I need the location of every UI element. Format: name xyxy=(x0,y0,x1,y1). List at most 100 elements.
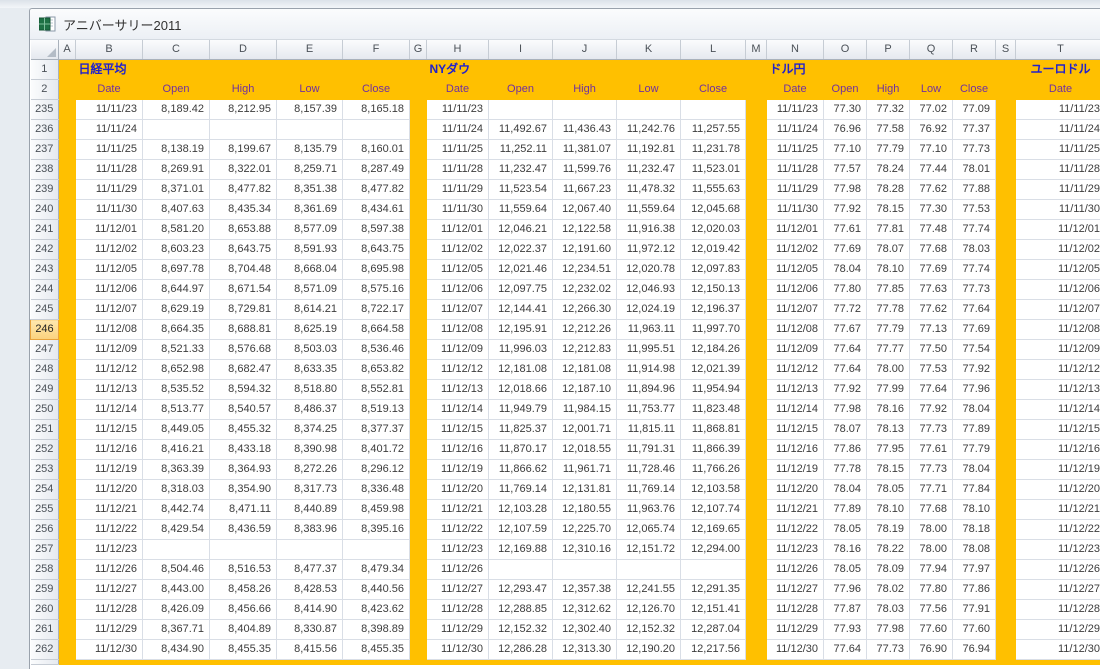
cell-usdjpy-r250-c1[interactable]: 77.98 xyxy=(824,400,867,420)
separator-cell[interactable] xyxy=(746,580,767,600)
column-header-O[interactable]: O xyxy=(824,40,867,60)
separator-cell[interactable] xyxy=(746,320,767,340)
cell-eurusd-r259-c0[interactable]: 11/12/27 xyxy=(1016,580,1100,600)
separator-cell[interactable] xyxy=(410,520,427,540)
column-header-P[interactable]: P xyxy=(867,40,910,60)
cell-dow-r253-c0[interactable]: 11/12/19 xyxy=(427,460,489,480)
cell-nikkei-r258-c3[interactable]: 8,477.37 xyxy=(277,560,343,580)
cell-usdjpy-r240-c0[interactable]: 11/11/30 xyxy=(767,200,824,220)
separator-cell[interactable] xyxy=(996,620,1016,640)
cell-nikkei-r257-c4[interactable] xyxy=(343,540,410,560)
cell-nikkei-r260-c2[interactable]: 8,456.66 xyxy=(210,600,277,620)
cell-nikkei-r251-c0[interactable]: 11/12/15 xyxy=(76,420,143,440)
cell-dow-r254-c0[interactable]: 11/12/20 xyxy=(427,480,489,500)
separator-cell[interactable] xyxy=(410,140,427,160)
cell-nikkei-r238-c3[interactable]: 8,259.71 xyxy=(277,160,343,180)
cell-eurusd-r242-c0[interactable]: 11/12/02 xyxy=(1016,240,1100,260)
cell-nikkei-r257-c3[interactable] xyxy=(277,540,343,560)
column-header-C[interactable]: C xyxy=(143,40,210,60)
cell-usdjpy-r245-c3[interactable]: 77.62 xyxy=(910,300,953,320)
cell-dow-r253-c1[interactable]: 11,866.62 xyxy=(489,460,553,480)
column-label-nikkei-open[interactable]: Open xyxy=(143,80,210,100)
cell-dow-r252-c3[interactable]: 11,791.31 xyxy=(617,440,681,460)
cell-nikkei-r244-c4[interactable]: 8,575.16 xyxy=(343,280,410,300)
row-header-247[interactable]: 247 xyxy=(31,340,59,360)
separator-cell[interactable] xyxy=(410,580,427,600)
section-title-nikkei[interactable]: 日経平均 xyxy=(76,60,410,80)
cell-dow-r240-c0[interactable]: 11/11/30 xyxy=(427,200,489,220)
cell-nikkei-r240-c1[interactable]: 8,407.63 xyxy=(143,200,210,220)
cell-nikkei-r246-c3[interactable]: 8,625.19 xyxy=(277,320,343,340)
cell-usdjpy-r248-c0[interactable]: 11/12/12 xyxy=(767,360,824,380)
cell-dow-r249-c3[interactable]: 11,894.96 xyxy=(617,380,681,400)
separator-cell[interactable] xyxy=(59,500,76,520)
separator-cell[interactable] xyxy=(410,340,427,360)
cell-usdjpy-r241-c1[interactable]: 77.61 xyxy=(824,220,867,240)
cell-dow-r240-c3[interactable]: 11,559.64 xyxy=(617,200,681,220)
cell-nikkei-r245-c2[interactable]: 8,729.81 xyxy=(210,300,277,320)
cell-dow-r244-c1[interactable]: 12,097.75 xyxy=(489,280,553,300)
separator-cell[interactable] xyxy=(996,140,1016,160)
cell-usdjpy-r256-c4[interactable]: 78.18 xyxy=(953,520,996,540)
cell-nikkei-r238-c0[interactable]: 11/11/28 xyxy=(76,160,143,180)
cell-usdjpy-r253-c2[interactable]: 78.15 xyxy=(867,460,910,480)
cell-nikkei-r235-c2[interactable]: 8,212.95 xyxy=(210,100,277,120)
cell-usdjpy-r244-c1[interactable]: 77.80 xyxy=(824,280,867,300)
cell-dow-r254-c1[interactable]: 11,769.14 xyxy=(489,480,553,500)
cell-dow-r246-c3[interactable]: 11,963.11 xyxy=(617,320,681,340)
cell-dow-r247-c1[interactable]: 11,996.03 xyxy=(489,340,553,360)
cell-usdjpy-r254-c1[interactable]: 78.04 xyxy=(824,480,867,500)
cell-nikkei-r242-c2[interactable]: 8,643.75 xyxy=(210,240,277,260)
section-title-usdjpy[interactable]: ドル円 xyxy=(767,60,996,80)
cell-dow-r255-c2[interactable]: 12,180.55 xyxy=(553,500,617,520)
cell-dow-r235-c0[interactable]: 11/11/23 xyxy=(427,100,489,120)
cell-usdjpy-r240-c2[interactable]: 78.15 xyxy=(867,200,910,220)
cell-eurusd-r244-c0[interactable]: 11/12/06 xyxy=(1016,280,1100,300)
cell-usdjpy-r256-c3[interactable]: 78.00 xyxy=(910,520,953,540)
row-header-257[interactable]: 257 xyxy=(31,540,59,560)
cell-usdjpy-r250-c4[interactable]: 78.04 xyxy=(953,400,996,420)
cell-usdjpy-r256-c2[interactable]: 78.19 xyxy=(867,520,910,540)
separator-cell[interactable] xyxy=(746,160,767,180)
separator-cell[interactable] xyxy=(59,80,76,100)
cell-dow-r246-c1[interactable]: 12,195.91 xyxy=(489,320,553,340)
cell-dow-r257-c1[interactable]: 12,169.88 xyxy=(489,540,553,560)
cell-dow-r248-c1[interactable]: 12,181.08 xyxy=(489,360,553,380)
cell-usdjpy-r258-c4[interactable]: 77.97 xyxy=(953,560,996,580)
cell-nikkei-r243-c3[interactable]: 8,668.04 xyxy=(277,260,343,280)
cell-usdjpy-r244-c0[interactable]: 11/12/06 xyxy=(767,280,824,300)
cell-dow-r244-c3[interactable]: 12,046.93 xyxy=(617,280,681,300)
separator-cell[interactable] xyxy=(746,620,767,640)
separator-cell[interactable] xyxy=(59,160,76,180)
row-header-237[interactable]: 237 xyxy=(31,140,59,160)
cell-nikkei-r261-c1[interactable]: 8,367.71 xyxy=(143,620,210,640)
cell-usdjpy-r257-c1[interactable]: 78.16 xyxy=(824,540,867,560)
column-header-M[interactable]: M xyxy=(746,40,767,60)
row-header-1[interactable]: 1 xyxy=(31,60,59,80)
cell-nikkei-r259-c3[interactable]: 8,428.53 xyxy=(277,580,343,600)
cell-dow-r248-c4[interactable]: 12,021.39 xyxy=(681,360,746,380)
separator-cell[interactable] xyxy=(59,100,76,120)
cell-usdjpy-r250-c0[interactable]: 11/12/14 xyxy=(767,400,824,420)
cell-usdjpy-r238-c4[interactable]: 78.01 xyxy=(953,160,996,180)
cell-nikkei-r256-c4[interactable]: 8,395.16 xyxy=(343,520,410,540)
cell-usdjpy-r241-c2[interactable]: 77.81 xyxy=(867,220,910,240)
cell-usdjpy-r245-c1[interactable]: 77.72 xyxy=(824,300,867,320)
cell-usdjpy-r238-c3[interactable]: 77.44 xyxy=(910,160,953,180)
cell-dow-r258-c1[interactable] xyxy=(489,560,553,580)
cell-dow-r255-c3[interactable]: 11,963.76 xyxy=(617,500,681,520)
cell-usdjpy-r255-c4[interactable]: 78.10 xyxy=(953,500,996,520)
column-label-eurusd-date[interactable]: Date xyxy=(1016,80,1100,100)
separator-cell[interactable] xyxy=(996,400,1016,420)
cell-dow-r261-c0[interactable]: 11/12/29 xyxy=(427,620,489,640)
cell-usdjpy-r255-c1[interactable]: 77.89 xyxy=(824,500,867,520)
cell-usdjpy-r246-c0[interactable]: 11/12/08 xyxy=(767,320,824,340)
cell-nikkei-r235-c3[interactable]: 8,157.39 xyxy=(277,100,343,120)
column-label-dow-high[interactable]: High xyxy=(553,80,617,100)
column-label-usdjpy-close[interactable]: Close xyxy=(953,80,996,100)
cell-usdjpy-r260-c0[interactable]: 11/12/28 xyxy=(767,600,824,620)
cell-nikkei-r244-c0[interactable]: 11/12/06 xyxy=(76,280,143,300)
cell-nikkei-r239-c3[interactable]: 8,351.38 xyxy=(277,180,343,200)
column-header-R[interactable]: R xyxy=(953,40,996,60)
cell-usdjpy-r260-c4[interactable]: 77.91 xyxy=(953,600,996,620)
